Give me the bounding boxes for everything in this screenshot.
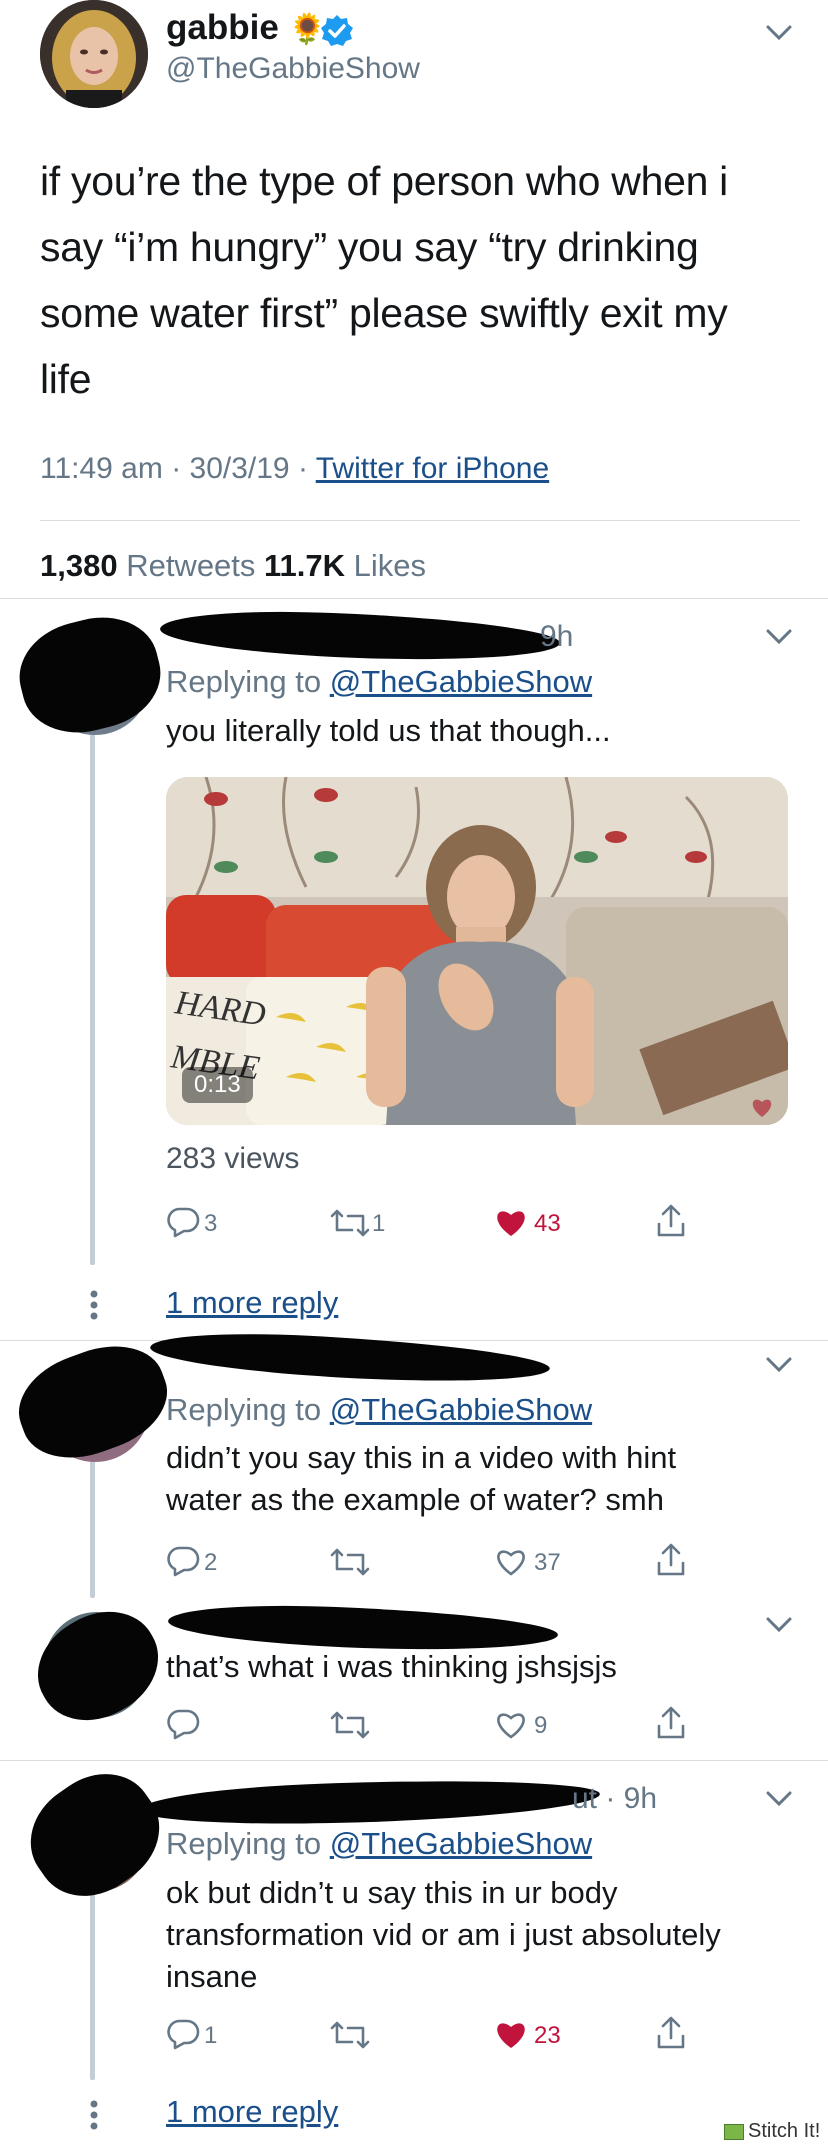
more-replies-link[interactable]: 1 more reply	[166, 1285, 338, 1321]
author-name[interactable]: gabbie 🌻	[166, 8, 326, 48]
like-icon[interactable]	[494, 1710, 528, 1740]
replying-handle-link[interactable]: @TheGabbieShow	[330, 1826, 592, 1861]
video-thumbnail-image: HARD MBLE	[166, 777, 788, 1125]
reply-text-line: water as the example of water? smh	[166, 1482, 664, 1517]
divider	[40, 520, 800, 521]
thread-line	[90, 1448, 95, 1598]
reply-text-line: insane	[166, 1959, 258, 1994]
tweet-source-link[interactable]: Twitter for iPhone	[316, 452, 549, 485]
reply-icon[interactable]	[166, 1708, 200, 1740]
likes-count: 11.7K	[264, 548, 346, 583]
retweets-stat[interactable]: 1,380 Retweets	[40, 548, 264, 583]
reply-text: you literally told us that though...	[166, 710, 611, 752]
video-duration-badge: 0:13	[182, 1067, 253, 1103]
retweet-icon[interactable]	[328, 1710, 372, 1740]
redaction-scribble	[149, 1327, 551, 1389]
thread-line	[90, 720, 95, 1265]
reply-text: that’s what i was thinking jshsjsjs	[166, 1646, 617, 1688]
thread-line	[90, 1880, 95, 2080]
replying-prefix: Replying to	[166, 1392, 330, 1427]
share-icon[interactable]	[656, 1204, 686, 1238]
tweet-text-line: some water first” please swiftly exit my	[40, 290, 728, 336]
reply-count: 2	[204, 1549, 218, 1576]
retweet-icon[interactable]	[328, 2020, 372, 2050]
likes-label: Likes	[345, 548, 427, 583]
tweet-time: 11:49 am · 30/3/19 ·	[40, 452, 316, 485]
like-count: 9	[534, 1712, 548, 1739]
replying-to: Replying to @TheGabbieShow	[166, 664, 592, 700]
reply-text-line: didn’t you say this in a video with hint	[166, 1440, 677, 1475]
chevron-down-icon[interactable]	[765, 628, 793, 646]
retweet-icon[interactable]	[328, 1208, 372, 1238]
replying-to: Replying to @TheGabbieShow	[166, 1392, 592, 1428]
retweet-icon[interactable]	[328, 1547, 372, 1577]
reply-text-line: ok but didn’t u say this in ur body	[166, 1875, 618, 1910]
retweet-count: 1	[372, 1210, 386, 1237]
replying-to: Replying to @TheGabbieShow	[166, 1826, 592, 1862]
likes-stat[interactable]: 11.7K Likes	[264, 548, 426, 583]
reply-icon[interactable]	[166, 2018, 200, 2050]
more-replies-link[interactable]: 1 more reply	[166, 2094, 338, 2130]
like-count: 37	[534, 1549, 561, 1576]
video-duration: 0:13	[194, 1071, 241, 1098]
replying-prefix: Replying to	[166, 1826, 330, 1861]
redaction-scribble	[19, 1591, 177, 1741]
reply-text-line: that’s what i was thinking jshsjsjs	[166, 1649, 617, 1684]
reply-icon[interactable]	[166, 1206, 200, 1238]
watermark-text: Stitch It!	[748, 2120, 821, 2142]
chevron-down-icon[interactable]	[765, 1356, 793, 1374]
share-icon[interactable]	[656, 1706, 686, 1740]
replying-handle-link[interactable]: @TheGabbieShow	[330, 1392, 592, 1427]
divider	[0, 598, 828, 599]
divider	[0, 1760, 828, 1761]
share-icon[interactable]	[656, 2016, 686, 2050]
video-views: 283 views	[166, 1142, 300, 1175]
watermark: Stitch It!	[724, 2120, 820, 2143]
reply-count: 1	[204, 2022, 218, 2049]
tweet-text-line: life	[40, 356, 92, 402]
more-dots-icon	[90, 2100, 98, 2135]
chevron-down-icon[interactable]	[765, 1790, 793, 1808]
redaction-scribble	[10, 1752, 180, 1918]
avatar-portrait-image	[40, 0, 148, 108]
like-icon[interactable]	[494, 1208, 528, 1238]
reply-time: 9h	[540, 620, 574, 653]
tweet-text-line: if you’re the type of person who when i	[40, 158, 728, 204]
like-icon[interactable]	[494, 1547, 528, 1577]
chevron-down-icon[interactable]	[765, 24, 793, 42]
author-handle[interactable]: @TheGabbieShow	[166, 52, 420, 86]
author-name-text: gabbie	[166, 8, 279, 47]
redaction-scribble	[8, 604, 172, 746]
share-icon[interactable]	[656, 1543, 686, 1577]
verified-badge-icon	[320, 14, 354, 53]
like-icon[interactable]	[494, 2020, 528, 2050]
heart-icon	[750, 1097, 774, 1124]
reply-text-line: you literally told us that though...	[166, 713, 611, 748]
retweets-label: Retweets	[117, 548, 265, 583]
replying-handle-link[interactable]: @TheGabbieShow	[330, 664, 592, 699]
tweet-stats: 1,380 Retweets 11.7K Likes	[40, 548, 426, 584]
reply-count: 3	[204, 1210, 218, 1237]
reply-text-line: transformation vid or am i just absolute…	[166, 1917, 721, 1952]
tweet-text-line: say “i’m hungry” you say “try drinking	[40, 224, 699, 270]
watermark-icon	[724, 2123, 744, 2140]
like-count: 43	[534, 1210, 561, 1237]
video-player[interactable]: HARD MBLE 0:13	[166, 777, 788, 1125]
tweet-text: if you’re the type of person who when i …	[40, 148, 800, 412]
tweet-timestamp: 11:49 am · 30/3/19 · Twitter for iPhone	[40, 452, 549, 486]
main-avatar[interactable]	[40, 0, 148, 108]
divider	[0, 1340, 828, 1341]
reply-text: ok but didn’t u say this in ur body tran…	[166, 1872, 721, 1998]
reply-time: ut · 9h	[572, 1782, 658, 1815]
more-dots-icon	[90, 1290, 98, 1325]
replying-prefix: Replying to	[166, 664, 330, 699]
like-count: 23	[534, 2022, 561, 2049]
redaction-scribble	[159, 607, 561, 665]
redaction-scribble	[139, 1773, 601, 1831]
retweets-count: 1,380	[40, 548, 118, 583]
reply-icon[interactable]	[166, 1545, 200, 1577]
chevron-down-icon[interactable]	[765, 1616, 793, 1634]
reply-text: didn’t you say this in a video with hint…	[166, 1437, 676, 1521]
